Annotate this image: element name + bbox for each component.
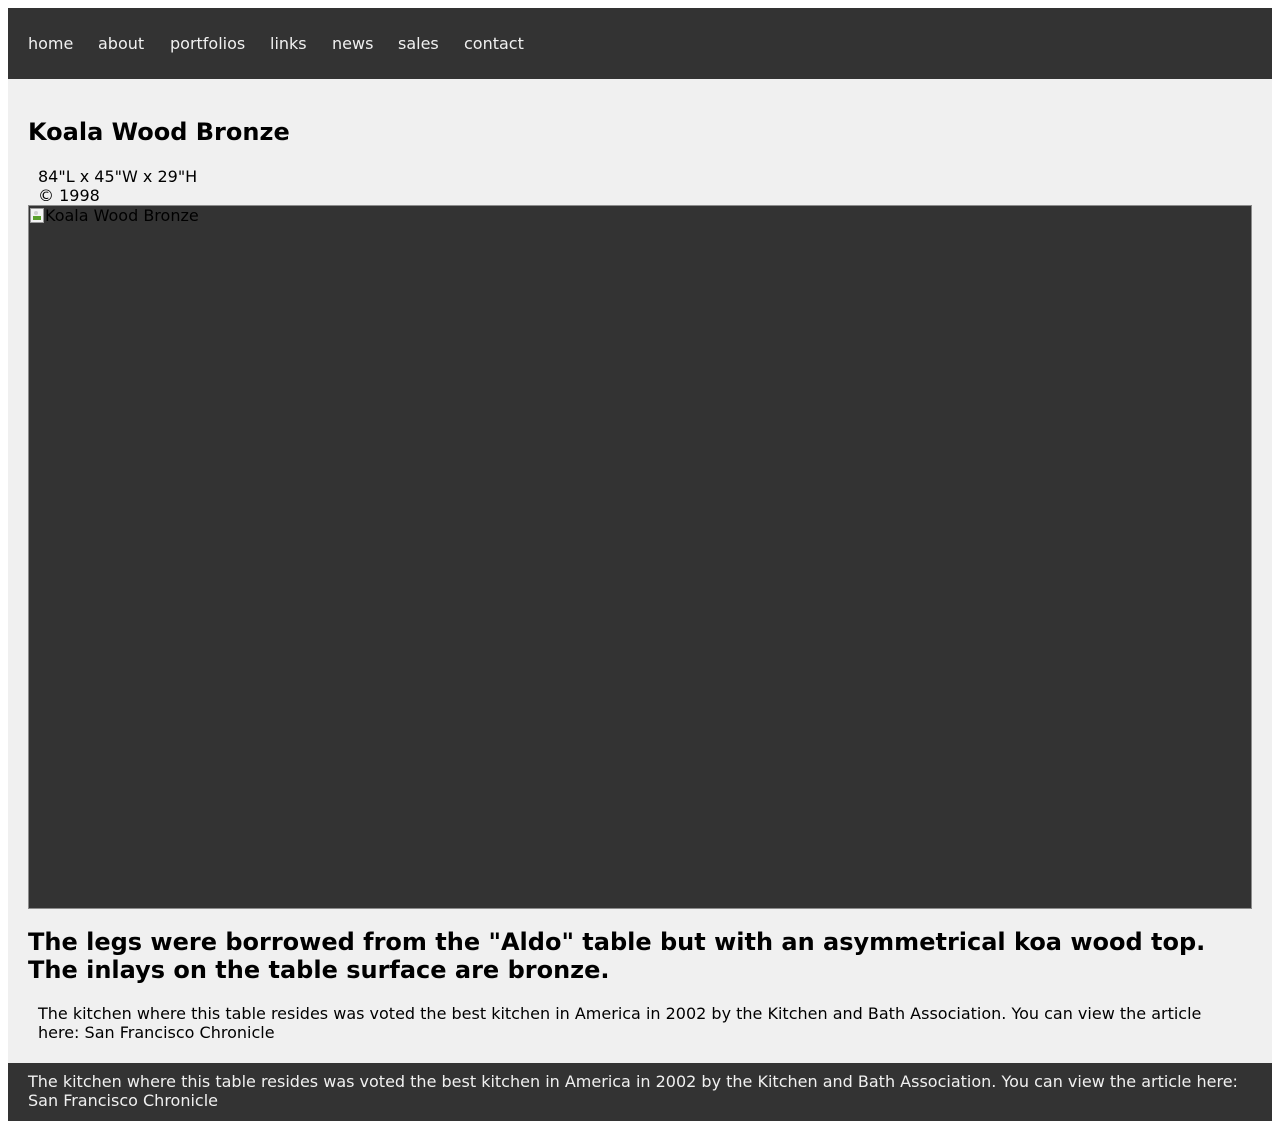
- nav-sales-link[interactable]: sales: [398, 34, 439, 53]
- artwork-copyright: © 1998: [38, 186, 100, 205]
- nav-links-link[interactable]: links: [270, 34, 307, 53]
- artwork-dimensions: 84"L x 45"W x 29"H: [38, 167, 198, 186]
- artwork-image: Koala Wood Bronze: [28, 205, 1252, 909]
- image-alt-text: Koala Wood Bronze: [45, 206, 199, 225]
- page-footer: The kitchen where this table resides was…: [8, 1063, 1272, 1121]
- nav-portfolios-link[interactable]: portfolios: [170, 34, 245, 53]
- description-headline: The legs were borrowed from the "Aldo" t…: [28, 928, 1206, 984]
- page-frame: home about portfolios links news sales c…: [8, 8, 1272, 1121]
- description-body: The kitchen where this table resides was…: [38, 1004, 1202, 1042]
- nav-news-link[interactable]: news: [332, 34, 373, 53]
- broken-image-icon: [30, 208, 44, 223]
- nav-contact-link[interactable]: contact: [464, 34, 524, 53]
- footer-text: The kitchen where this table resides was…: [28, 1072, 1238, 1110]
- nav-home-link[interactable]: home: [28, 34, 73, 53]
- top-navigation: home about portfolios links news sales c…: [8, 8, 1272, 79]
- nav-about-link[interactable]: about: [98, 34, 144, 53]
- artwork-title: Koala Wood Bronze: [28, 118, 290, 146]
